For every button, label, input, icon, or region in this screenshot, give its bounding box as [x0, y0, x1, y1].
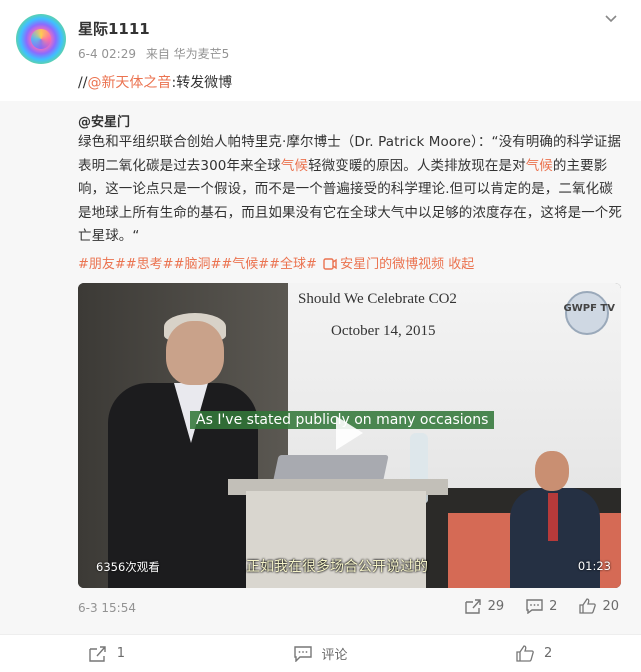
quoted-text: 绿色和平组织联合创始人帕特里克·摩尔博士（Dr. Patrick Moore）：… — [78, 131, 622, 249]
quoted-repost-count: 29 — [487, 598, 505, 614]
comment-icon — [293, 645, 312, 662]
repost-suffix: :转发微博 — [171, 75, 233, 91]
quoted-comment-button[interactable]: 2 — [526, 599, 557, 614]
video-link[interactable]: 安星门的微博视频 — [340, 257, 444, 272]
subtitle-chinese: 正如我在很多场合公开说过的 — [246, 559, 428, 575]
collapse-link[interactable]: 收起 — [448, 257, 474, 272]
username[interactable]: 星际1111 — [78, 18, 150, 39]
chevron-down-icon[interactable] — [603, 10, 619, 26]
thumbs-up-icon — [579, 598, 597, 614]
video-link-icon — [323, 258, 337, 270]
thumbs-up-icon — [516, 645, 534, 662]
post-time: 6-4 02:29 — [78, 47, 136, 61]
quoted-actions: 29 2 20 — [464, 598, 619, 614]
video-duration: 01:23 — [577, 559, 611, 573]
slide-title: Should We Celebrate CO2 — [298, 291, 457, 307]
quoted-like-button[interactable]: 20 — [579, 598, 619, 614]
speaker-head — [166, 321, 224, 385]
mention-link[interactable]: @新天体之音 — [87, 75, 171, 91]
quoted-comment-count: 2 — [549, 598, 558, 614]
repost-icon — [88, 645, 107, 662]
quoted-date: 6-3 15:54 — [78, 601, 136, 615]
hashtags-line: #朋友##思考##脑洞##气候##全球# 安星门的微博视频 收起 — [78, 253, 474, 272]
action-bar: 1 评论 2 — [0, 634, 641, 672]
video-player[interactable]: Should We Celebrate CO2 October 14, 2015… — [78, 283, 621, 588]
repost-text: //@新天体之音:转发微博 — [78, 72, 232, 92]
post-meta: 6-4 02:29 来自 华为麦芒5 — [78, 45, 235, 62]
repost-icon — [464, 598, 482, 614]
quoted-post: @安星门 绿色和平组织联合创始人帕特里克·摩尔博士（Dr. Patrick Mo… — [0, 101, 641, 634]
quoted-repost-button[interactable]: 29 — [464, 598, 505, 614]
hashtags[interactable]: #朋友##思考##脑洞##气候##全球# — [78, 257, 317, 272]
keyword-highlight[interactable]: 气候 — [281, 158, 308, 174]
comment-label: 评论 — [321, 648, 348, 663]
like-button[interactable]: 2 — [427, 645, 641, 662]
slide-date: October 14, 2015 — [331, 323, 436, 339]
channel-logo-label: GWPF TV — [563, 303, 615, 314]
comment-button[interactable]: 评论 — [214, 644, 428, 663]
quoted-author[interactable]: @安星门 — [78, 111, 130, 130]
post-source: 来自 华为麦芒5 — [145, 47, 230, 61]
seated-man-tie — [548, 493, 558, 541]
view-count: 6356次观看 — [96, 560, 160, 574]
play-icon[interactable] — [332, 413, 366, 453]
repost-button[interactable]: 1 — [0, 645, 214, 662]
comment-icon — [526, 598, 543, 614]
quoted-like-count: 20 — [602, 598, 619, 614]
keyword-highlight[interactable]: 气候 — [526, 158, 553, 174]
text-part: 轻微变暖的原因。人类排放现在是对 — [308, 157, 526, 174]
like-count: 2 — [544, 646, 553, 661]
weibo-card: 星际1111 6-4 02:29 来自 华为麦芒5 //@新天体之音:转发微博 … — [0, 0, 641, 672]
avatar[interactable] — [16, 14, 66, 64]
repost-count: 1 — [116, 646, 125, 661]
seated-man-head — [535, 451, 569, 491]
